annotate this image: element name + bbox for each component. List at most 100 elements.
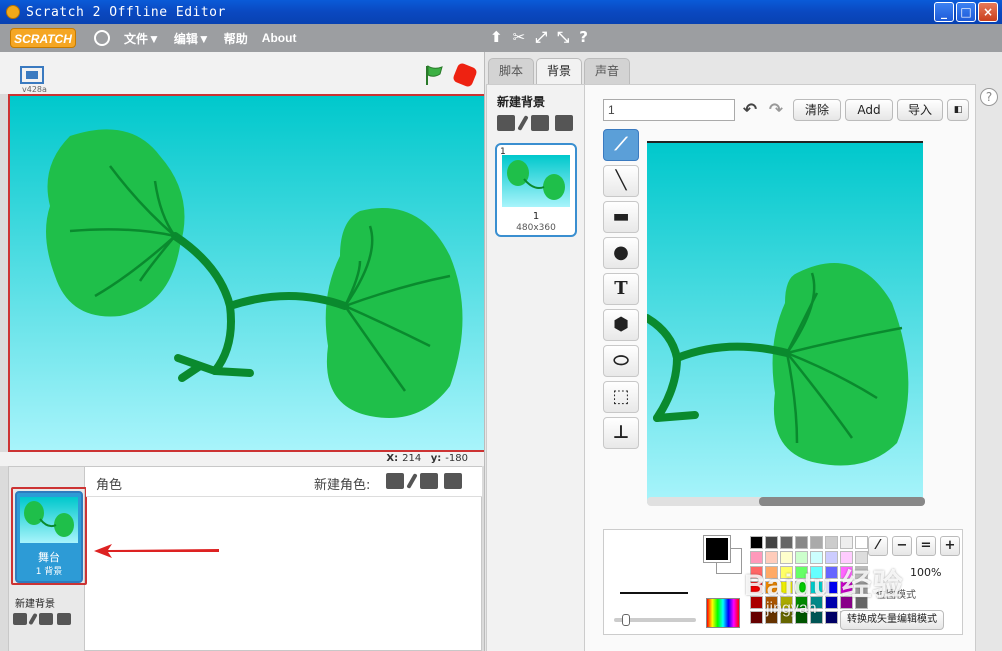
camera-sprite-icon[interactable] — [444, 473, 462, 489]
backdrop-item[interactable]: 1 1 480x360 — [495, 143, 577, 237]
stamp-tool[interactable]: ⊥ — [603, 417, 639, 449]
flip-icon[interactable]: ◧ — [947, 99, 969, 121]
color-picker[interactable] — [706, 598, 740, 628]
right-strip — [976, 84, 1002, 651]
cursor-tools: ⬆ ✂ ⤢ ⤡ ? — [490, 28, 588, 46]
stage-thumbnail-highlight: 舞台 1 背景 — [11, 487, 87, 585]
color-swatch[interactable] — [810, 536, 823, 549]
backdrop-list: 新建背景 1 1 480x360 — [487, 85, 585, 651]
paint-icon[interactable] — [517, 115, 529, 131]
green-flag-icon[interactable] — [424, 64, 444, 86]
scratch-cat-icon — [6, 5, 20, 19]
import-button[interactable]: 导入 — [897, 99, 943, 121]
primary-color[interactable] — [703, 535, 731, 563]
brush-tool[interactable]: ⟋ — [603, 129, 639, 161]
duplicate-icon[interactable]: ⬆ — [490, 28, 503, 46]
upload-sprite-icon[interactable] — [420, 473, 438, 489]
select-tool[interactable]: ⬚ — [603, 381, 639, 413]
select-icon: ⬚ — [612, 386, 630, 407]
watermark-logo: Baidu 经验 — [744, 569, 904, 602]
grow-icon[interactable]: ⤢ — [535, 28, 547, 46]
eyedropper-icon[interactable]: ⁄ — [868, 536, 888, 556]
menu-edit[interactable]: 编辑▼ — [174, 30, 210, 47]
color-swatch[interactable] — [825, 536, 838, 549]
color-swatch[interactable] — [765, 536, 778, 549]
help-icon[interactable]: ? — [980, 88, 998, 106]
scratch-logo[interactable]: SCRATCH — [10, 28, 76, 48]
stamp-icon: ⊥ — [612, 422, 630, 443]
stage-header: v428a — [0, 52, 488, 94]
zoom-in-icon[interactable]: + — [940, 536, 960, 556]
zoom-reset-icon[interactable]: = — [916, 536, 936, 556]
paint-sprite-icon[interactable] — [406, 473, 418, 489]
convert-to-vector-button[interactable]: 转换成矢量编辑模式 — [840, 610, 944, 630]
new-backdrop-heading: 新建背景 — [497, 95, 546, 109]
paint-canvas[interactable] — [647, 141, 923, 503]
fullscreen-icon[interactable] — [20, 66, 44, 84]
fill-tool[interactable]: ⬢ — [603, 309, 639, 341]
shrink-icon[interactable]: ⤡ — [557, 28, 569, 46]
minimize-button[interactable]: _ — [934, 2, 954, 22]
stage-canvas[interactable] — [8, 94, 488, 452]
zoom-out-icon[interactable]: − — [892, 536, 912, 556]
line-width-slider[interactable] — [614, 614, 696, 626]
paint-backdrop-icon[interactable] — [28, 612, 38, 626]
color-swatch[interactable] — [825, 611, 838, 624]
redo-icon[interactable]: ↷ — [765, 99, 787, 121]
stage-thumbnail[interactable]: 舞台 1 背景 — [15, 491, 83, 583]
undo-icon[interactable]: ↶ — [739, 99, 761, 121]
backdrop-name: 1 — [532, 211, 540, 222]
tab-sounds[interactable]: 声音 — [584, 58, 631, 84]
color-swatch[interactable] — [750, 611, 763, 624]
cut-icon[interactable]: ✂ — [513, 28, 526, 46]
clear-button[interactable]: 清除 — [793, 99, 841, 121]
version-label: v428a — [22, 85, 47, 94]
stage-backdrop-count: 1 背景 — [35, 567, 63, 577]
backdrop-library-icon[interactable] — [13, 613, 27, 625]
text-icon: T — [614, 278, 628, 299]
library-icon[interactable] — [497, 115, 515, 131]
new-backdrop-tools — [13, 612, 71, 626]
tab-scripts[interactable]: 脚本 — [488, 58, 535, 84]
add-button[interactable]: Add — [845, 99, 893, 121]
rectangle-tool[interactable]: ▬ — [603, 201, 639, 233]
text-tool[interactable]: T — [603, 273, 639, 305]
menu-about[interactable]: About — [262, 31, 297, 45]
x-value: 214 — [402, 453, 422, 464]
sprites-title: 角色 — [96, 478, 123, 493]
menu-help[interactable]: 帮助 — [224, 30, 248, 47]
stage-column: 舞台 1 背景 新建背景 — [9, 467, 87, 651]
menu-bar: SCRATCH 文件▼ 编辑▼ 帮助 About ⬆ ✂ ⤢ ⤡ ? — [0, 24, 1002, 52]
stage-name: 舞台 — [38, 551, 60, 564]
canvas-scrollbar[interactable] — [647, 497, 925, 506]
upload-backdrop-icon[interactable] — [39, 613, 53, 625]
ellipse-tool[interactable]: ● — [603, 237, 639, 269]
close-button[interactable]: × — [978, 2, 998, 22]
color-swatch[interactable] — [750, 536, 763, 549]
tab-backdrops[interactable]: 背景 — [536, 58, 583, 85]
x-label: X: — [386, 453, 399, 464]
camera-backdrop-icon[interactable] — [57, 613, 71, 625]
maximize-button[interactable]: □ — [956, 2, 976, 22]
color-swatch[interactable] — [855, 536, 868, 549]
line-tool[interactable]: ╲ — [603, 165, 639, 197]
camera-icon[interactable] — [555, 115, 573, 131]
sprite-library-icon[interactable] — [386, 473, 404, 489]
upload-icon[interactable] — [531, 115, 549, 131]
globe-icon[interactable] — [94, 30, 110, 46]
menu-file[interactable]: 文件▼ — [124, 30, 160, 47]
costume-name-input[interactable] — [603, 99, 735, 121]
slider-knob[interactable] — [622, 614, 630, 626]
color-swatch[interactable] — [840, 536, 853, 549]
stop-icon[interactable] — [451, 61, 479, 89]
eraser-tool[interactable]: ⬭ — [603, 345, 639, 377]
new-sprite-label: 新建角色: — [314, 478, 371, 493]
backdrop-thumbnail — [502, 155, 570, 207]
help-icon[interactable]: ? — [579, 28, 588, 46]
scrollbar-thumb[interactable] — [759, 497, 925, 506]
color-swatch[interactable] — [780, 536, 793, 549]
sprite-header: 角色 新建角色: — [86, 467, 482, 497]
new-sprite-tools — [386, 473, 462, 489]
backdrop-size: 480x360 — [516, 223, 556, 233]
color-swatch[interactable] — [795, 536, 808, 549]
